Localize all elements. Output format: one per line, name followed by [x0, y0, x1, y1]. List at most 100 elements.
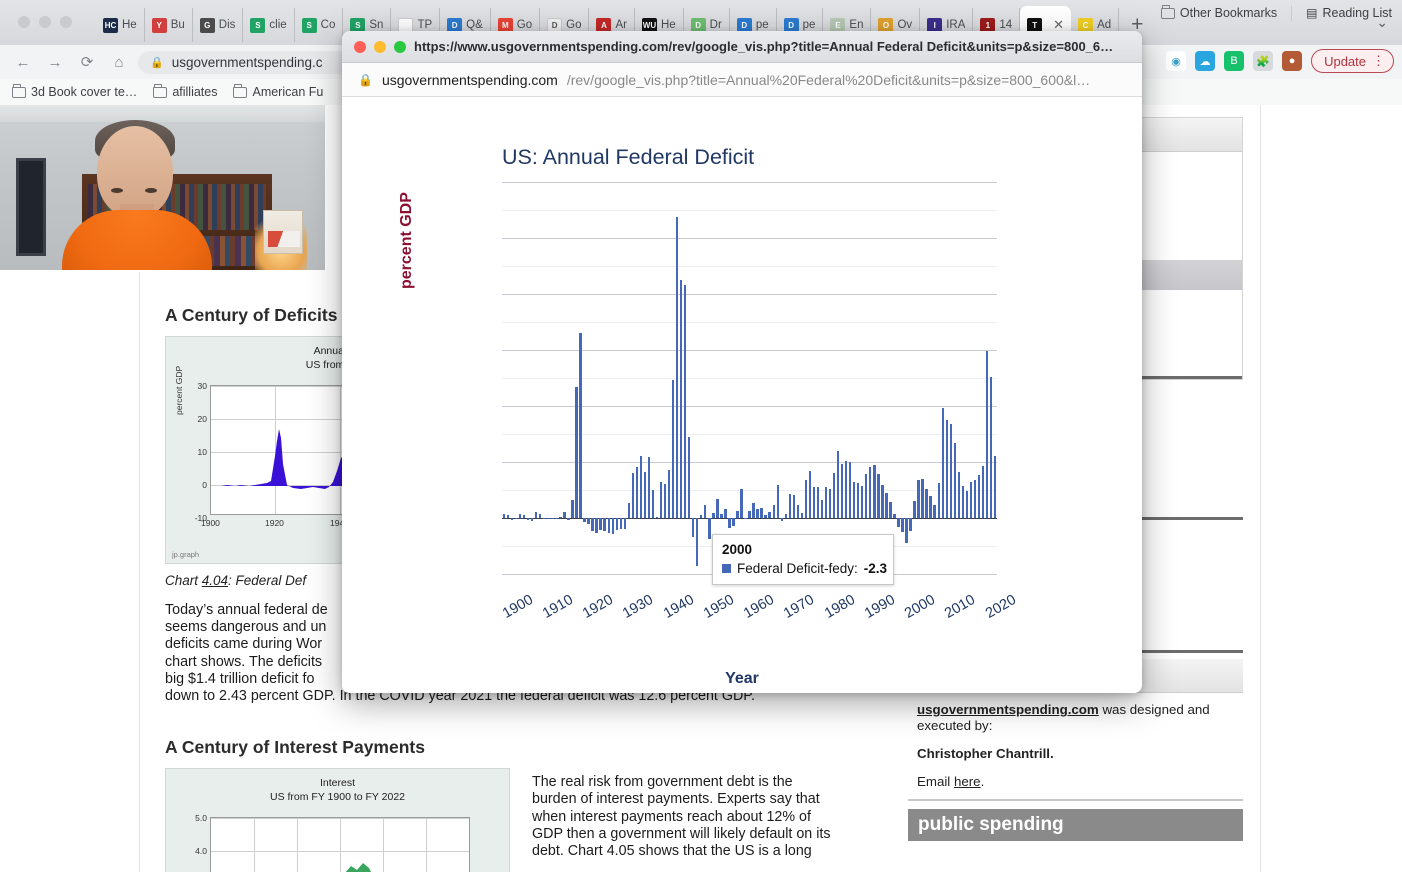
chart-bar[interactable] — [623, 517, 626, 529]
chart-bar[interactable] — [977, 475, 981, 518]
chart-bar[interactable] — [692, 517, 695, 537]
chart-bar[interactable] — [772, 505, 775, 518]
chart-bar[interactable] — [820, 499, 824, 518]
forward-button[interactable]: → — [42, 51, 68, 73]
chart-bar[interactable] — [671, 380, 675, 518]
chart-bar[interactable] — [595, 517, 598, 534]
chart-bar[interactable] — [844, 460, 848, 518]
chart-bar[interactable] — [567, 517, 570, 520]
chart-bar[interactable] — [696, 517, 699, 566]
chart-bar[interactable] — [869, 467, 872, 518]
chart-bar[interactable] — [768, 512, 771, 518]
chart-bar[interactable] — [764, 515, 767, 518]
puzzle-icon[interactable]: 🧩 — [1253, 51, 1274, 71]
chart-bar[interactable] — [724, 508, 727, 518]
chart-bar[interactable] — [551, 517, 554, 519]
chart-bar[interactable] — [531, 517, 534, 522]
chart-bar[interactable] — [643, 471, 647, 518]
chart-bar[interactable] — [969, 481, 973, 518]
chart-bar[interactable] — [784, 514, 787, 518]
chart-bar[interactable] — [563, 512, 566, 518]
chart-bar[interactable] — [539, 514, 542, 518]
chart-bar[interactable] — [937, 482, 940, 518]
browser-tab[interactable]: Y Bu — [145, 8, 193, 42]
chart-bar[interactable] — [667, 469, 671, 518]
chart-bar[interactable] — [547, 517, 550, 519]
chart-bar[interactable] — [708, 517, 711, 539]
chart-bar[interactable] — [571, 499, 574, 518]
chart-bar[interactable] — [989, 376, 993, 518]
chart-bar[interactable] — [611, 517, 614, 535]
chart-bar[interactable] — [800, 513, 804, 518]
chart-bar[interactable] — [559, 516, 562, 518]
chart-bar[interactable] — [788, 494, 791, 518]
chart-bar[interactable] — [853, 481, 856, 518]
popup-title-bar[interactable]: https://www.usgovernmentspending.com/rev… — [342, 31, 1142, 63]
chart-bar[interactable] — [728, 517, 731, 528]
chart-bar[interactable] — [579, 333, 582, 518]
chart-bar[interactable] — [655, 516, 659, 518]
chart-bar[interactable] — [639, 456, 643, 518]
chart-bar[interactable] — [732, 517, 735, 526]
cloud-icon[interactable]: ☁ — [1195, 51, 1216, 71]
chart-bar[interactable] — [635, 467, 639, 518]
chart-bar[interactable] — [913, 500, 916, 518]
grammarly-icon[interactable]: B — [1224, 51, 1245, 71]
chart-bar[interactable] — [981, 466, 985, 518]
chart-bar[interactable] — [985, 350, 989, 518]
chart-bar[interactable] — [700, 515, 703, 518]
extension-icons[interactable]: ◉ ☁ B 🧩 ● Update ⋮ — [1166, 49, 1394, 73]
chart-bar[interactable] — [603, 517, 606, 532]
chart-bar[interactable] — [857, 482, 860, 518]
chart-bar[interactable] — [861, 486, 864, 518]
chart-bar[interactable] — [953, 442, 956, 518]
chart-bar[interactable] — [716, 498, 719, 518]
chart-bar[interactable] — [619, 517, 622, 529]
chart-bar[interactable] — [543, 517, 546, 519]
chart-bar[interactable] — [917, 479, 920, 518]
masthead-site-link[interactable]: usgovernmentspending.com — [917, 702, 1099, 717]
chart-bar[interactable] — [840, 463, 844, 518]
chart-bar[interactable] — [591, 517, 594, 532]
chart-bar[interactable] — [748, 510, 751, 518]
chart-bar[interactable] — [945, 420, 948, 518]
chart-bar[interactable] — [776, 485, 779, 518]
chart-bar[interactable] — [740, 488, 743, 518]
chart-bar[interactable] — [502, 514, 506, 518]
chart-bar[interactable] — [965, 490, 969, 518]
chart-bar[interactable] — [824, 487, 828, 518]
chart-bar[interactable] — [523, 515, 526, 518]
chart-bar[interactable] — [675, 216, 679, 518]
browser-tab[interactable]: S Co — [295, 8, 344, 42]
chart-bar[interactable] — [506, 515, 510, 518]
chart-bar[interactable] — [816, 487, 820, 518]
chart-bar[interactable] — [897, 517, 900, 527]
popup-address-bar[interactable]: 🔒 usgovernmentspending.com/rev/google_vi… — [342, 63, 1142, 97]
avatar-icon[interactable]: ● — [1282, 51, 1303, 71]
chart-bar[interactable] — [607, 517, 610, 534]
chart-bar[interactable] — [901, 517, 904, 533]
popup-window-controls[interactable] — [354, 40, 406, 53]
chart-bar[interactable] — [736, 510, 739, 518]
chart-bar[interactable] — [877, 474, 880, 518]
chart-bar[interactable] — [527, 517, 530, 520]
caption-link[interactable]: 4.04 — [202, 573, 228, 588]
chart-bar[interactable] — [893, 514, 896, 518]
bookmark-item[interactable]: 3d Book cover te… — [12, 84, 137, 99]
target-icon[interactable]: ◉ — [1166, 51, 1187, 71]
chart-bar[interactable] — [587, 517, 590, 525]
chart-bar[interactable] — [631, 472, 635, 518]
chart-bar[interactable] — [760, 507, 763, 518]
other-bookmarks-folder[interactable]: Other Bookmarks — [1160, 5, 1277, 20]
chart-bar[interactable] — [881, 485, 884, 518]
chart-bar[interactable] — [679, 280, 683, 518]
chart-bar[interactable] — [518, 514, 522, 518]
chart-bar[interactable] — [905, 517, 908, 544]
browser-tab[interactable]: HC He — [96, 8, 145, 42]
update-button[interactable]: Update ⋮ — [1311, 49, 1394, 73]
chart-bar[interactable] — [712, 513, 715, 518]
chart-bar[interactable] — [812, 487, 816, 518]
chart-bar[interactable] — [933, 505, 936, 518]
chart-bar[interactable] — [555, 517, 558, 519]
chart-bar[interactable] — [909, 517, 912, 532]
